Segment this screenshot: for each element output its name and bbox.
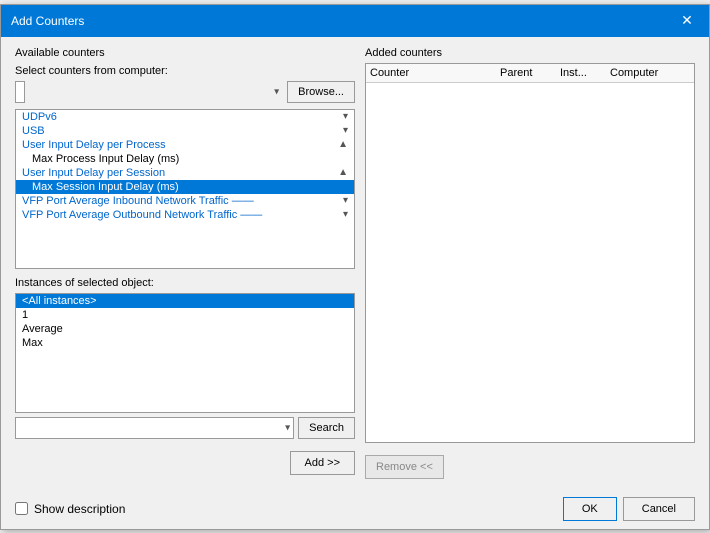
list-item[interactable]: User Input Delay per Process ▲: [16, 138, 354, 152]
instance-item-max[interactable]: Max: [16, 336, 354, 350]
add-button[interactable]: Add >>: [290, 451, 355, 475]
dialog-body: Available counters Select counters from …: [1, 37, 709, 489]
available-counters-label: Available counters: [15, 47, 355, 59]
dialog-title: Add Counters: [11, 14, 84, 28]
list-item[interactable]: User Input Delay per Session ▲: [16, 166, 354, 180]
instance-item-1[interactable]: 1: [16, 308, 354, 322]
expand-icon: ▾: [343, 111, 348, 122]
list-item[interactable]: VFP Port Average Inbound Network Traffic…: [16, 194, 354, 208]
list-item[interactable]: USB ▾: [16, 124, 354, 138]
add-counters-dialog: Add Counters ✕ Available counters Select…: [0, 4, 710, 530]
list-item[interactable]: Max Process Input Delay (ms): [16, 152, 354, 166]
table-header: Counter Parent Inst... Computer: [366, 64, 694, 83]
col-counter: Counter: [370, 67, 500, 79]
title-bar: Add Counters ✕: [1, 5, 709, 37]
search-input[interactable]: [15, 417, 294, 439]
expand-icon: ▾: [343, 195, 348, 206]
ok-button[interactable]: OK: [563, 497, 617, 521]
instance-item-all[interactable]: <All instances>: [16, 294, 354, 308]
list-item-selected[interactable]: Max Session Input Delay (ms): [16, 180, 354, 194]
instance-item-average[interactable]: Average: [16, 322, 354, 336]
search-button[interactable]: Search: [298, 417, 355, 439]
instances-label: Instances of selected object:: [15, 277, 355, 289]
expand-icon: ▲: [338, 167, 348, 178]
show-description-checkbox[interactable]: [15, 502, 28, 515]
computer-select[interactable]: [15, 81, 25, 103]
added-counters-table: Counter Parent Inst... Computer: [365, 63, 695, 443]
cancel-button[interactable]: Cancel: [623, 497, 695, 521]
col-computer: Computer: [610, 67, 690, 79]
instances-list[interactable]: <All instances> 1 Average Max: [15, 293, 355, 413]
close-button[interactable]: ✕: [675, 11, 699, 31]
list-item[interactable]: UDPv6 ▾: [16, 110, 354, 124]
col-inst: Inst...: [560, 67, 610, 79]
list-item[interactable]: VFP Port Average Outbound Network Traffi…: [16, 208, 354, 222]
expand-icon: ▾: [343, 125, 348, 136]
search-row: Search: [15, 417, 355, 439]
expand-icon: ▲: [338, 139, 348, 150]
select-from-label: Select counters from computer:: [15, 65, 355, 77]
dialog-footer: Show description OK Cancel: [1, 489, 709, 529]
computer-row: Browse...: [15, 81, 355, 103]
right-panel: Added counters Counter Parent Inst... Co…: [365, 47, 695, 479]
show-description-row: Show description: [15, 502, 125, 516]
left-panel: Available counters Select counters from …: [15, 47, 355, 479]
added-table-body: [366, 83, 694, 423]
remove-button[interactable]: Remove <<: [365, 455, 444, 479]
counters-list[interactable]: UDPv6 ▾ USB ▾ User Input Delay per Proce…: [15, 109, 355, 269]
added-counters-label: Added counters: [365, 47, 695, 59]
browse-button[interactable]: Browse...: [287, 81, 355, 103]
search-select-wrapper: [15, 417, 294, 439]
show-description-label: Show description: [34, 502, 125, 516]
col-parent: Parent: [500, 67, 560, 79]
computer-select-wrapper: [15, 81, 283, 103]
expand-icon: ▾: [343, 209, 348, 220]
footer-buttons: OK Cancel: [563, 497, 695, 521]
